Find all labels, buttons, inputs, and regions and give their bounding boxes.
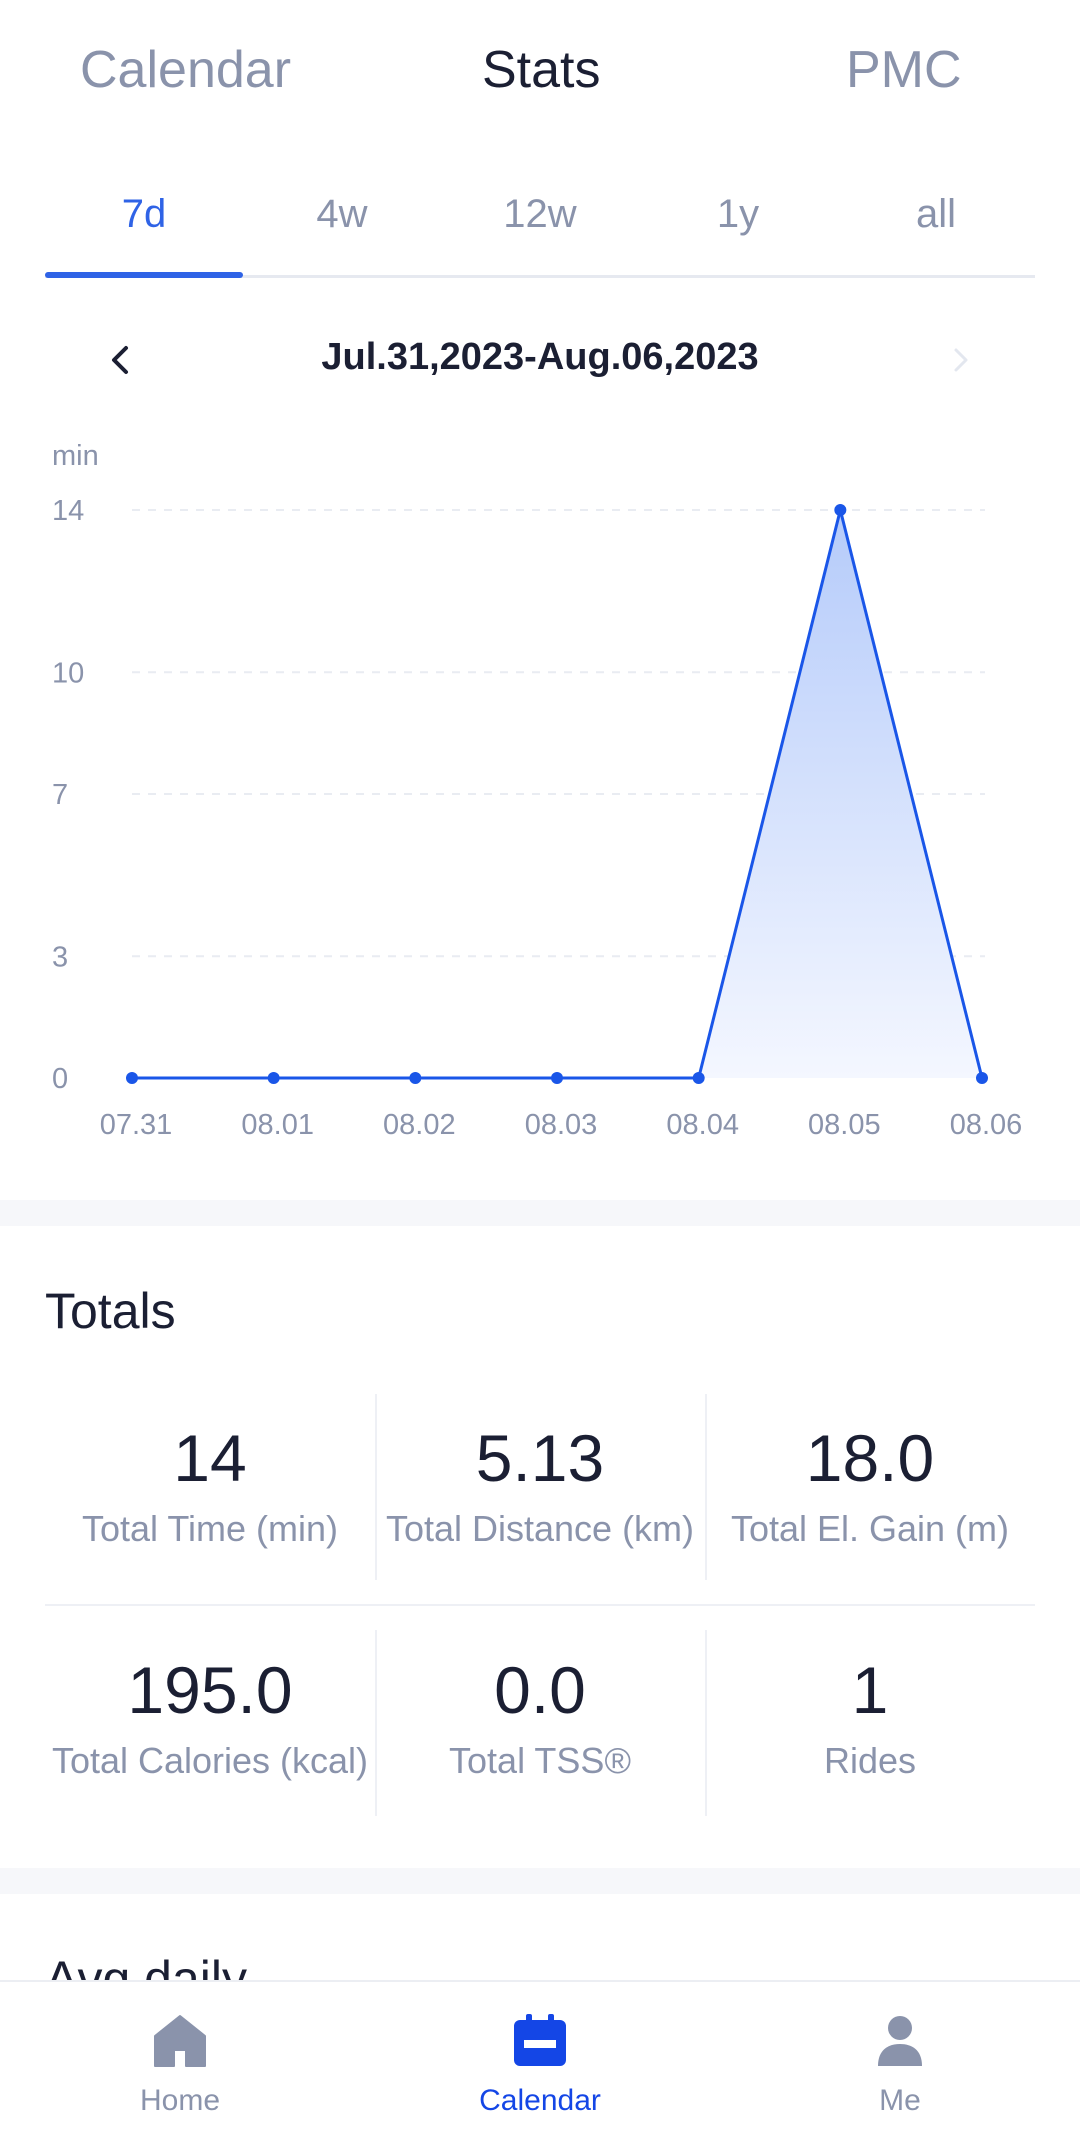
y-tick-label: 10 <box>52 657 84 689</box>
time-chart: min 14 10 7 3 0 07.31 08.01 08.02 08.03 08.04 08.… <box>0 440 1080 1160</box>
nav-calendar-label: Calendar <box>479 2084 601 2117</box>
x-tick-label: 08.01 <box>241 1109 314 1141</box>
x-tick-label: 08.05 <box>808 1109 881 1141</box>
chart-point <box>551 1072 563 1084</box>
range-tab-bar: 7d 4w 12w 1y all <box>45 180 1035 278</box>
active-tab-indicator <box>45 272 243 278</box>
nav-calendar[interactable]: Calendar <box>360 1982 720 2131</box>
x-tick-label: 08.02 <box>383 1109 456 1141</box>
tab-pmc[interactable]: PMC <box>846 40 962 100</box>
x-tick-label: 07.31 <box>100 1109 173 1141</box>
date-range-label: Jul.31,2023-Aug.06,2023 <box>321 336 759 378</box>
totals-grid: 14 Total Time (min) 5.13 Total Distance … <box>45 1390 1035 1820</box>
x-tick-label: 08.04 <box>666 1109 739 1141</box>
chart-canvas: min 14 10 7 3 0 07.31 08.01 08.02 08.03 08.04 08.… <box>52 440 1023 1141</box>
stat-value: 18.0 <box>805 1421 935 1495</box>
stat-label: Total TSS® <box>449 1740 631 1781</box>
chart-point <box>976 1072 988 1084</box>
date-navigator: Jul.31,2023-Aug.06,2023 <box>0 330 1080 390</box>
stat-total-time: 14 Total Time (min) <box>45 1390 375 1580</box>
stat-value: 1 <box>851 1653 889 1727</box>
y-tick-label: 0 <box>52 1063 68 1095</box>
stat-rides: 1 Rides <box>705 1622 1035 1812</box>
tab-calendar[interactable]: Calendar <box>80 40 291 100</box>
nav-home-label: Home <box>139 2084 221 2117</box>
range-tab-12w[interactable]: 12w <box>441 192 639 237</box>
stat-total-distance: 5.13 Total Distance (km) <box>375 1390 705 1580</box>
x-tick-label: 08.03 <box>525 1109 598 1141</box>
y-axis-unit-label: min <box>52 440 99 472</box>
y-axis-ticks: 14 10 7 3 0 <box>52 495 84 1095</box>
stat-value: 14 <box>173 1421 247 1495</box>
chart-area-fill <box>132 510 982 1078</box>
totals-heading: Totals <box>45 1283 176 1339</box>
chevron-right-icon <box>954 348 968 372</box>
grid-divider <box>45 1604 1035 1606</box>
stat-label: Total Distance (km) <box>385 1508 695 1549</box>
y-tick-label: 7 <box>52 779 68 811</box>
x-axis-ticks: 07.31 08.01 08.02 08.03 08.04 08.05 08.06 <box>100 1109 1023 1141</box>
chart-point <box>267 1072 280 1084</box>
stat-value: 195.0 <box>127 1653 293 1727</box>
chart-point <box>692 1072 705 1084</box>
stat-label: Total El. Gain (m) <box>730 1508 1010 1549</box>
nav-home[interactable]: Home <box>0 1982 360 2131</box>
stat-total-tss: 0.0 Total TSS® <box>375 1622 705 1812</box>
calendar-icon <box>514 2014 566 2066</box>
y-tick-label: 14 <box>52 495 84 527</box>
section-divider <box>0 1868 1080 1894</box>
y-tick-label: 3 <box>52 941 68 973</box>
range-tab-all[interactable]: all <box>837 192 1035 237</box>
person-icon <box>878 2016 922 2066</box>
home-icon <box>154 2015 206 2067</box>
chart-point <box>409 1072 422 1084</box>
stat-label: Total Calories (kcal) <box>51 1740 369 1781</box>
stat-label: Total Time (min) <box>81 1508 339 1549</box>
range-tab-7d[interactable]: 7d <box>45 192 243 237</box>
stat-value: 0.0 <box>494 1653 586 1727</box>
section-divider <box>0 1200 1080 1226</box>
stat-total-calories: 195.0 Total Calories (kcal) <box>45 1622 375 1812</box>
range-tab-1y[interactable]: 1y <box>639 192 837 237</box>
stat-label: Rides <box>823 1740 917 1781</box>
range-tab-4w[interactable]: 4w <box>243 192 441 237</box>
next-period-button[interactable] <box>930 330 990 390</box>
tab-stats[interactable]: Stats <box>482 40 601 100</box>
chart-point <box>126 1072 138 1084</box>
nav-me-label: Me <box>879 2084 921 2117</box>
x-tick-label: 08.06 <box>950 1109 1023 1141</box>
nav-me[interactable]: Me <box>720 1982 1080 2131</box>
bottom-navigation: Home Calendar Me <box>0 1980 1080 2131</box>
chart-point <box>834 504 847 516</box>
stat-value: 5.13 <box>475 1421 605 1495</box>
top-tab-bar: Calendar Stats PMC <box>0 0 1080 150</box>
stat-total-elevation-gain: 18.0 Total El. Gain (m) <box>705 1390 1035 1580</box>
